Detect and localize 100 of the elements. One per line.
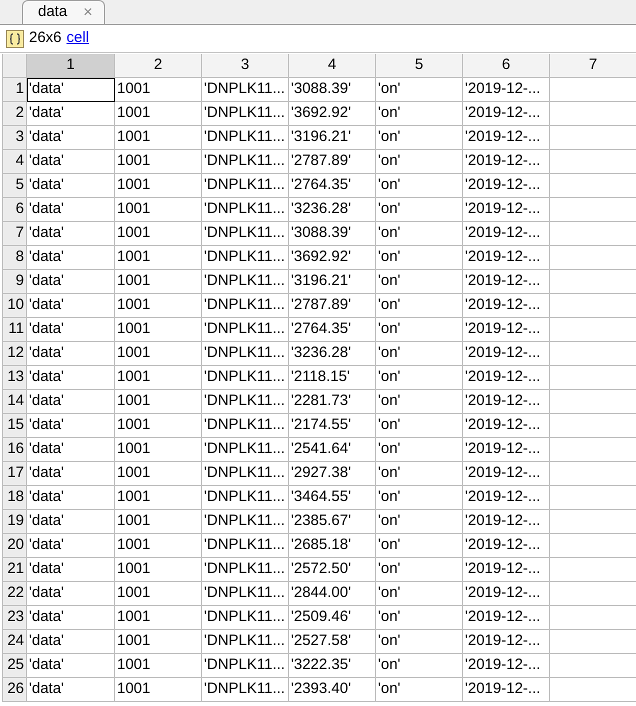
table-cell[interactable]: 'DNPLK11... xyxy=(202,654,289,678)
table-cell[interactable]: '2019-12-... xyxy=(463,558,550,582)
table-cell[interactable]: 1001 xyxy=(115,78,202,102)
row-header[interactable]: 21 xyxy=(3,558,27,582)
table-cell[interactable]: '2019-12-... xyxy=(463,342,550,366)
table-cell[interactable]: 1001 xyxy=(115,606,202,630)
row-header[interactable]: 12 xyxy=(3,342,27,366)
row-header[interactable]: 25 xyxy=(3,654,27,678)
table-cell[interactable]: 'data' xyxy=(27,270,115,294)
table-cell[interactable]: 'data' xyxy=(27,342,115,366)
column-header[interactable]: 2 xyxy=(115,54,202,78)
table-cell[interactable]: 'data' xyxy=(27,582,115,606)
table-cell[interactable]: '2019-12-... xyxy=(463,414,550,438)
table-cell[interactable]: '2281.73' xyxy=(289,390,376,414)
table-cell[interactable]: 'data' xyxy=(27,678,115,702)
table-cell[interactable]: '2393.40' xyxy=(289,678,376,702)
table-cell[interactable]: 'on' xyxy=(376,462,463,486)
table-cell[interactable]: 'on' xyxy=(376,342,463,366)
table-cell[interactable]: 'data' xyxy=(27,534,115,558)
table-cell[interactable]: '2019-12-... xyxy=(463,246,550,270)
table-cell[interactable]: 'DNPLK11... xyxy=(202,174,289,198)
table-cell[interactable]: 'DNPLK11... xyxy=(202,294,289,318)
table-cell[interactable]: 'on' xyxy=(376,366,463,390)
table-cell[interactable]: '2764.35' xyxy=(289,318,376,342)
table-cell[interactable]: 'DNPLK11... xyxy=(202,366,289,390)
table-cell[interactable]: '2527.58' xyxy=(289,630,376,654)
table-cell[interactable]: '2019-12-... xyxy=(463,318,550,342)
table-cell[interactable]: 'on' xyxy=(376,510,463,534)
table-cell[interactable]: '2019-12-... xyxy=(463,486,550,510)
table-cell[interactable]: '2019-12-... xyxy=(463,678,550,702)
table-cell[interactable]: 1001 xyxy=(115,198,202,222)
table-cell[interactable]: 'data' xyxy=(27,126,115,150)
row-header[interactable]: 14 xyxy=(3,390,27,414)
table-cell[interactable]: 'data' xyxy=(27,654,115,678)
table-cell[interactable]: 'on' xyxy=(376,222,463,246)
table-cell[interactable]: 'data' xyxy=(27,390,115,414)
table-cell[interactable]: 'on' xyxy=(376,414,463,438)
table-cell[interactable]: 1001 xyxy=(115,630,202,654)
table-cell[interactable]: '2509.46' xyxy=(289,606,376,630)
row-header[interactable]: 18 xyxy=(3,486,27,510)
table-cell[interactable]: '2019-12-... xyxy=(463,270,550,294)
row-header[interactable]: 7 xyxy=(3,222,27,246)
table-cell[interactable]: 'DNPLK11... xyxy=(202,318,289,342)
table-cell[interactable]: 'on' xyxy=(376,270,463,294)
row-header[interactable]: 22 xyxy=(3,582,27,606)
table-cell[interactable]: 'data' xyxy=(27,606,115,630)
row-header[interactable]: 16 xyxy=(3,438,27,462)
table-cell[interactable]: '3236.28' xyxy=(289,342,376,366)
row-header[interactable]: 24 xyxy=(3,630,27,654)
column-header[interactable]: 1 xyxy=(27,54,115,78)
row-header[interactable]: 26 xyxy=(3,678,27,702)
table-cell[interactable]: 'on' xyxy=(376,246,463,270)
table-cell[interactable]: 'on' xyxy=(376,294,463,318)
table-cell[interactable]: 'data' xyxy=(27,78,115,102)
table-cell[interactable]: 'data' xyxy=(27,366,115,390)
table-cell[interactable]: '2118.15' xyxy=(289,366,376,390)
table-cell[interactable]: 'on' xyxy=(376,654,463,678)
table-cell[interactable]: 'DNPLK11... xyxy=(202,198,289,222)
table-cell[interactable]: 1001 xyxy=(115,654,202,678)
table-cell[interactable]: 'on' xyxy=(376,534,463,558)
table-cell[interactable]: '2019-12-... xyxy=(463,102,550,126)
table-cell[interactable]: '2541.64' xyxy=(289,438,376,462)
table-cell[interactable]: 'on' xyxy=(376,630,463,654)
table-cell[interactable]: 'on' xyxy=(376,558,463,582)
table-cell[interactable]: '2572.50' xyxy=(289,558,376,582)
table-cell[interactable]: 'on' xyxy=(376,198,463,222)
table-cell[interactable]: 'on' xyxy=(376,102,463,126)
row-header[interactable]: 1 xyxy=(3,78,27,102)
table-cell[interactable]: 'DNPLK11... xyxy=(202,390,289,414)
table-cell[interactable]: '2019-12-... xyxy=(463,390,550,414)
table-cell[interactable]: 1001 xyxy=(115,390,202,414)
table-cell[interactable]: 1001 xyxy=(115,270,202,294)
class-link[interactable]: cell xyxy=(66,27,90,50)
table-cell[interactable]: '2844.00' xyxy=(289,582,376,606)
table-cell[interactable]: 'DNPLK11... xyxy=(202,486,289,510)
table-cell[interactable]: 'data' xyxy=(27,462,115,486)
table-cell[interactable]: 'data' xyxy=(27,558,115,582)
table-cell[interactable]: 'data' xyxy=(27,174,115,198)
column-header[interactable]: 7 xyxy=(550,54,636,78)
table-cell[interactable]: 'DNPLK11... xyxy=(202,462,289,486)
table-cell[interactable]: 'DNPLK11... xyxy=(202,558,289,582)
row-header[interactable]: 17 xyxy=(3,462,27,486)
table-cell[interactable]: 'data' xyxy=(27,102,115,126)
table-cell[interactable]: 'DNPLK11... xyxy=(202,102,289,126)
table-cell[interactable]: '2019-12-... xyxy=(463,654,550,678)
table-cell[interactable]: 'on' xyxy=(376,486,463,510)
table-cell[interactable]: '2787.89' xyxy=(289,150,376,174)
row-header[interactable]: 9 xyxy=(3,270,27,294)
table-cell[interactable]: 1001 xyxy=(115,126,202,150)
table-cell[interactable]: 1001 xyxy=(115,678,202,702)
table-cell[interactable]: 1001 xyxy=(115,510,202,534)
table-cell[interactable]: '3196.21' xyxy=(289,270,376,294)
table-cell[interactable]: 1001 xyxy=(115,342,202,366)
table-cell[interactable]: 'DNPLK11... xyxy=(202,126,289,150)
table-cell[interactable]: 1001 xyxy=(115,246,202,270)
table-cell[interactable]: '2019-12-... xyxy=(463,222,550,246)
row-header[interactable]: 2 xyxy=(3,102,27,126)
table-cell[interactable]: 'DNPLK11... xyxy=(202,246,289,270)
table-cell[interactable]: 'on' xyxy=(376,174,463,198)
table-cell[interactable]: 'DNPLK11... xyxy=(202,414,289,438)
